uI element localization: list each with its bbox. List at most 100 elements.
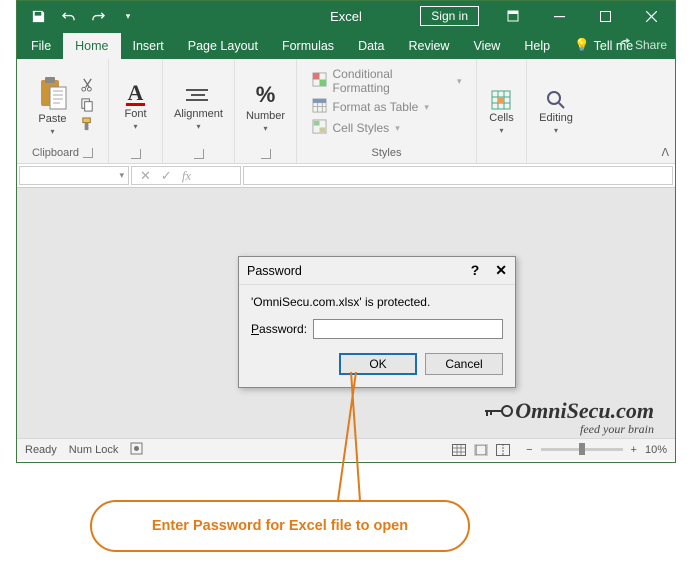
password-label: Password: [251, 322, 307, 336]
group-alignment: Alignment ▾ [163, 59, 235, 163]
conditional-formatting-icon [312, 72, 327, 90]
save-icon[interactable] [25, 3, 51, 29]
formula-bar: ▾ ✕ ✓ fx [17, 164, 675, 188]
dialog-title: Password [247, 264, 302, 278]
tab-view[interactable]: View [461, 33, 512, 59]
format-as-table-button[interactable]: Format as Table▾ [312, 98, 462, 116]
find-icon [546, 90, 566, 110]
page-break-view-icon[interactable] [492, 441, 514, 459]
cells-label: Cells [489, 112, 513, 124]
cell-styles-icon [312, 119, 327, 137]
view-buttons [448, 441, 514, 459]
share-label: Share [635, 38, 667, 52]
enter-formula-icon[interactable]: ✓ [161, 168, 172, 184]
redo-icon[interactable] [85, 3, 111, 29]
macro-record-icon[interactable] [130, 442, 143, 458]
cell-styles-button[interactable]: Cell Styles▾ [312, 119, 462, 137]
chevron-down-icon: ▾ [119, 170, 124, 181]
table-icon [312, 98, 327, 116]
qat-customize-icon[interactable]: ▾ [115, 3, 141, 29]
chevron-down-icon: ▾ [133, 122, 137, 131]
password-input[interactable] [313, 319, 503, 339]
tab-help[interactable]: Help [512, 33, 562, 59]
format-painter-icon[interactable] [80, 116, 96, 132]
group-clipboard: Paste ▾ Clipboard [17, 59, 109, 163]
paste-label: Paste [38, 113, 66, 125]
tab-home[interactable]: Home [63, 33, 120, 59]
dialog-close-icon[interactable]: ✕ [495, 262, 507, 279]
editing-label: Editing [539, 112, 573, 124]
close-icon[interactable] [631, 2, 671, 30]
alignment-label: Alignment [174, 108, 223, 120]
font-launcher-icon[interactable] [131, 149, 141, 159]
normal-view-icon[interactable] [448, 441, 470, 459]
tab-review[interactable]: Review [396, 33, 461, 59]
tab-insert[interactable]: Insert [121, 33, 176, 59]
omnisecu-logo: OmniSecu.com feed your brain [483, 398, 654, 437]
paste-button[interactable]: Paste ▾ [30, 73, 76, 136]
copy-icon[interactable] [80, 96, 96, 112]
zoom-level[interactable]: 10% [645, 444, 667, 456]
excel-window: ▾ Excel Sign in File Home Insert Page La… [16, 0, 676, 463]
zoom-in-icon[interactable]: + [631, 444, 637, 456]
collapse-ribbon-icon[interactable]: ᐱ [661, 146, 669, 159]
group-number: % Number ▾ [235, 59, 297, 163]
zoom-slider[interactable] [541, 448, 623, 451]
annotation-callout: Enter Password for Excel file to open [90, 500, 470, 552]
zoom-controls: − + 10% [526, 444, 667, 456]
minimize-icon[interactable] [539, 2, 579, 30]
font-color-icon: A [126, 83, 146, 106]
conditional-formatting-button[interactable]: Conditional Formatting▾ [312, 67, 462, 95]
maximize-icon[interactable] [585, 2, 625, 30]
fx-buttons: ✕ ✓ fx [131, 166, 241, 185]
titlebar: ▾ Excel Sign in [17, 1, 675, 31]
font-button[interactable]: AFont▾ [116, 79, 154, 131]
paste-icon [38, 77, 68, 111]
cancel-formula-icon[interactable]: ✕ [140, 168, 151, 184]
quick-access-toolbar: ▾ [25, 3, 141, 29]
cut-icon[interactable] [80, 76, 96, 92]
dialog-help-icon[interactable]: ? [471, 262, 480, 279]
share-button[interactable]: Share [618, 31, 667, 59]
cancel-button[interactable]: Cancel [425, 353, 503, 375]
number-launcher-icon[interactable] [261, 149, 271, 159]
fx-icon[interactable]: fx [182, 168, 191, 184]
alignment-launcher-icon[interactable] [194, 149, 204, 159]
tab-data[interactable]: Data [346, 33, 396, 59]
zoom-out-icon[interactable]: − [526, 444, 532, 456]
logo-tagline: feed your brain [580, 422, 654, 437]
undo-icon[interactable] [55, 3, 81, 29]
number-button[interactable]: % Number ▾ [238, 78, 293, 133]
alignment-button[interactable]: Alignment ▾ [166, 80, 231, 131]
chevron-down-icon: ▾ [196, 122, 200, 131]
clipboard-launcher-icon[interactable] [83, 148, 93, 158]
chevron-down-icon: ▾ [499, 126, 503, 135]
sign-in-button[interactable]: Sign in [420, 6, 479, 26]
cells-icon [491, 90, 511, 110]
logo-text: mniSecu.com [531, 398, 654, 424]
group-editing: Editing▾ [527, 59, 585, 163]
status-ready: Ready [25, 444, 57, 456]
align-icon [186, 84, 210, 106]
name-box[interactable]: ▾ [19, 166, 129, 185]
styles-label: Styles [372, 147, 402, 159]
dialog-titlebar: Password ? ✕ [239, 257, 515, 285]
tab-formulas[interactable]: Formulas [270, 33, 346, 59]
percent-icon: % [256, 82, 276, 108]
group-font: AFont▾ [109, 59, 163, 163]
tab-page-layout[interactable]: Page Layout [176, 33, 270, 59]
number-label: Number [246, 110, 285, 122]
chevron-down-icon: ▾ [263, 124, 267, 133]
formula-input[interactable] [243, 166, 673, 185]
group-cells: Cells ▾ [477, 59, 527, 163]
editing-button[interactable]: Editing▾ [531, 86, 581, 135]
password-dialog: Password ? ✕ 'OmniSecu.com.xlsx' is prot… [238, 256, 516, 388]
callout-text: Enter Password for Excel file to open [152, 518, 408, 534]
page-layout-view-icon[interactable] [470, 441, 492, 459]
share-icon [618, 37, 631, 53]
ribbon: Paste ▾ Clipboard AFont▾ Alignment▾ %Num [17, 59, 675, 164]
cells-button[interactable]: Cells ▾ [481, 86, 521, 135]
tab-file[interactable]: File [19, 33, 63, 59]
ribbon-display-options-icon[interactable] [493, 2, 533, 30]
lightbulb-icon: 💡 [574, 38, 590, 53]
